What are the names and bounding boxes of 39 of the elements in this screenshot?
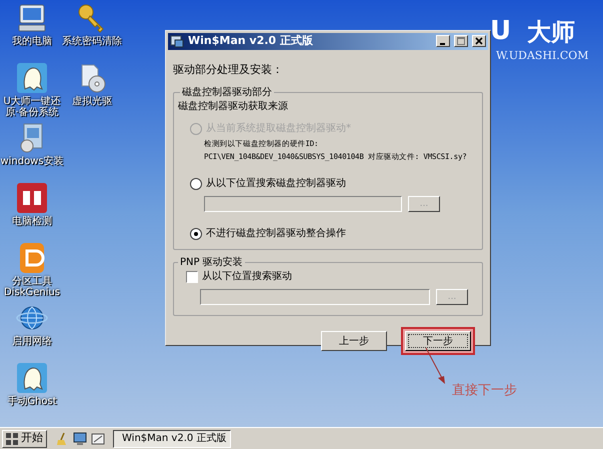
annotation-arrow [424, 347, 448, 385]
computer-icon [16, 2, 48, 34]
ghost-icon [16, 62, 48, 94]
desktop-icon-label[interactable]: 我的电脑 [12, 36, 52, 47]
taskbar-task[interactable]: Win$Man v2.0 正式版 [113, 430, 231, 448]
group-subtitle: 磁盘控制器驱动获取来源 [178, 100, 289, 114]
ghost-icon [16, 362, 48, 394]
radio-label[interactable]: 从以下位置搜索磁盘控制器驱动 [206, 176, 346, 191]
maximize-icon [457, 37, 465, 46]
start-button[interactable]: 开始 [2, 430, 47, 448]
minimize-button[interactable] [436, 35, 450, 48]
window-icon[interactable] [91, 432, 105, 446]
desktop-icon-label[interactable]: 电脑检测 [12, 216, 52, 227]
desktop-icon-label[interactable]: windows安装 [0, 156, 64, 167]
section-heading: 驱动部分处理及安装： [173, 62, 284, 78]
desktop-icon-label[interactable]: 虚拟光驱 [72, 96, 112, 107]
desktop-icon-label[interactable]: U大师一键还原·备份系统 [0, 96, 64, 118]
radio-button[interactable] [190, 228, 202, 240]
path-field[interactable] [200, 289, 430, 305]
window-title: Win$Man v2.0 正式版 [188, 33, 314, 49]
logo-mark: U [490, 18, 512, 44]
close-button[interactable] [472, 35, 486, 48]
checkbox-label[interactable]: 从以下位置搜索驱动 [202, 269, 292, 284]
desktop-icon-label[interactable]: 分区工具DiskGenius [0, 276, 64, 298]
radio-button[interactable] [190, 178, 202, 190]
logo-name: 大师 [527, 20, 576, 44]
logo-url: W.UDASHI.COM [496, 48, 589, 64]
path-field[interactable] [204, 196, 402, 212]
monitor-icon[interactable] [73, 432, 87, 446]
app-icon [170, 34, 184, 48]
annotation-text: 直接下一步 [452, 382, 517, 400]
grid-icon [6, 432, 18, 444]
wizard-button[interactable]: 下一步 [405, 331, 471, 351]
wizard-button[interactable]: 上一步 [321, 331, 387, 351]
close-icon [475, 37, 483, 46]
checkbox[interactable] [186, 270, 198, 282]
radio-label[interactable]: 不进行磁盘控制器驱动整合操作 [206, 226, 346, 241]
maximize-button[interactable] [454, 35, 468, 48]
desktop-icon-label[interactable]: 系统密码清除 [62, 36, 122, 47]
